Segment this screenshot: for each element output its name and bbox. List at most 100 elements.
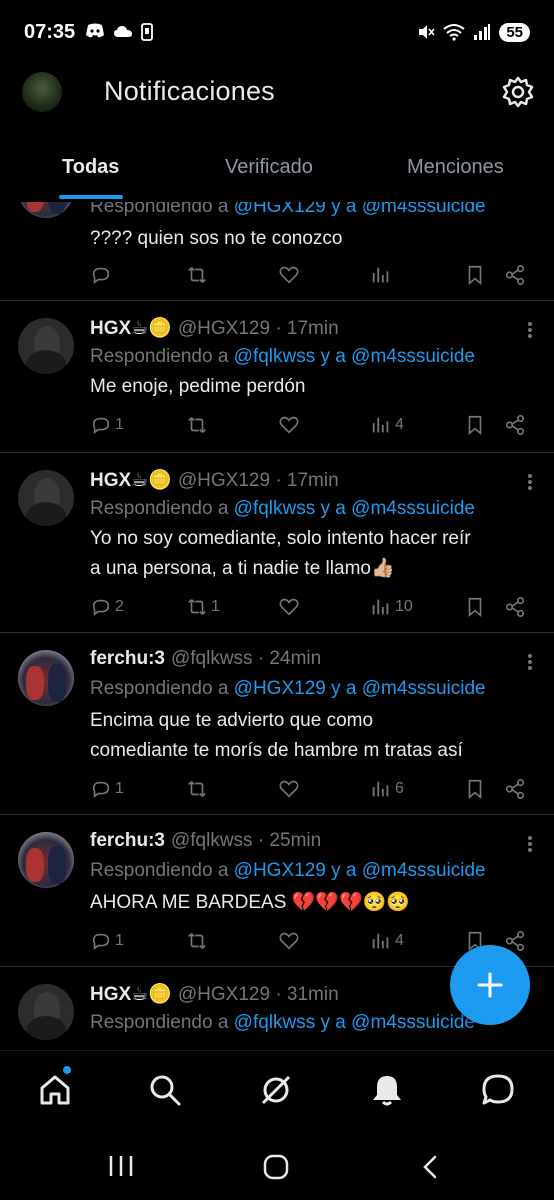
battery-indicator: 55	[499, 22, 530, 42]
share-button[interactable]	[504, 264, 526, 286]
home-circle-icon[interactable]	[263, 1154, 289, 1180]
recent-apps-icon[interactable]	[108, 1154, 134, 1178]
like-button[interactable]	[278, 930, 300, 952]
mention-link[interactable]: @HGX129	[234, 202, 326, 217]
retweet-button[interactable]: 1	[186, 596, 220, 618]
post-text-line: comediante te morís de hambre m tratas a…	[90, 740, 463, 761]
retweet-icon	[188, 781, 206, 797]
tab-verificado[interactable]: Verificado	[225, 156, 313, 179]
more-options-icon[interactable]	[528, 472, 532, 492]
retweet-button[interactable]	[186, 414, 211, 436]
reply-icon	[92, 599, 110, 616]
views-button[interactable]: 10	[370, 596, 413, 618]
profile-avatar-button[interactable]	[22, 72, 62, 112]
search-icon[interactable]	[148, 1073, 182, 1107]
avatar[interactable]	[18, 470, 74, 526]
retweet-button[interactable]	[186, 778, 211, 800]
share-button[interactable]	[504, 414, 526, 436]
list-item[interactable]: HGX☕🪙 @HGX129 · 17min Respondiendo a @fql…	[0, 300, 554, 453]
like-button[interactable]	[278, 778, 300, 800]
mention-link[interactable]: @fqlkwss	[234, 1012, 316, 1033]
notifications-bell-icon[interactable]	[370, 1073, 404, 1107]
mention-link[interactable]: @m4sssuicide	[362, 202, 486, 217]
retweet-button[interactable]	[186, 930, 211, 952]
views-button[interactable]: 4	[370, 414, 404, 436]
bookmark-button[interactable]	[464, 264, 486, 286]
status-time: 07:35	[24, 20, 76, 43]
more-options-icon[interactable]	[528, 834, 532, 854]
like-button[interactable]	[278, 414, 300, 436]
like-button[interactable]	[278, 264, 300, 286]
author-name[interactable]: ferchu:3	[90, 830, 165, 851]
reply-button[interactable]: 2	[90, 596, 124, 618]
settings-gear-icon[interactable]	[502, 76, 534, 108]
avatar[interactable]	[18, 984, 74, 1040]
author-name[interactable]: ferchu:3	[90, 648, 165, 669]
post-header: HGX☕🪙 @HGX129 · 17min	[90, 316, 339, 340]
plus-icon	[477, 972, 503, 998]
more-options-icon[interactable]	[528, 652, 532, 672]
reply-button[interactable]: 1	[90, 778, 124, 800]
retweet-button[interactable]	[186, 264, 211, 286]
author-name[interactable]: HGX☕🪙	[90, 470, 172, 491]
views-button[interactable]: 4	[370, 930, 404, 952]
compose-button[interactable]	[450, 945, 530, 1025]
views-count: 10	[395, 598, 413, 615]
mention-link[interactable]: @m4sssuicide	[351, 1012, 475, 1033]
mention-link[interactable]: @m4sssuicide	[362, 860, 486, 881]
share-icon	[505, 597, 525, 617]
tab-todas[interactable]: Todas	[62, 156, 119, 179]
list-item[interactable]: Respondiendo a @HGX129 y a @m4sssuicide …	[0, 202, 554, 301]
tab-menciones[interactable]: Menciones	[407, 156, 504, 179]
home-icon[interactable]	[38, 1073, 72, 1107]
signal-icon	[474, 24, 491, 40]
heart-icon	[279, 780, 299, 798]
grok-icon[interactable]	[259, 1073, 293, 1107]
bookmark-button[interactable]	[464, 778, 486, 800]
avatar[interactable]	[18, 318, 74, 374]
views-button[interactable]	[370, 264, 395, 286]
share-button[interactable]	[504, 778, 526, 800]
messages-icon[interactable]	[481, 1073, 515, 1107]
list-item[interactable]: ferchu:3 @fqlkwss · 24min Respondiendo a …	[0, 632, 554, 815]
share-icon	[505, 415, 525, 435]
views-button[interactable]: 6	[370, 778, 404, 800]
avatar[interactable]	[18, 650, 74, 706]
system-navigation-bar	[0, 1130, 554, 1200]
reply-button[interactable]	[90, 264, 115, 286]
discord-icon	[86, 23, 105, 38]
post-text: Encima que te advierto que como comedian…	[90, 706, 534, 766]
mention-link[interactable]: @fqlkwss	[234, 346, 316, 367]
author-name[interactable]: HGX☕🪙	[90, 984, 172, 1005]
retweet-icon	[188, 933, 206, 949]
mention-link[interactable]: @HGX129	[234, 860, 326, 881]
reply-count: 1	[115, 416, 124, 433]
mention-link[interactable]: @m4sssuicide	[351, 498, 475, 519]
list-item[interactable]: HGX☕🪙 @HGX129 · 17min Respondiendo a @fql…	[0, 452, 554, 633]
more-options-icon[interactable]	[528, 320, 532, 340]
share-button[interactable]	[504, 596, 526, 618]
reply-button[interactable]: 1	[90, 930, 124, 952]
post-header: ferchu:3 @fqlkwss · 24min	[90, 648, 321, 670]
back-icon[interactable]	[420, 1154, 440, 1180]
mention-link[interactable]: @m4sssuicide	[351, 346, 475, 367]
author-handle: @HGX129 · 17min	[177, 470, 339, 491]
notifications-feed[interactable]: Respondiendo a @HGX129 y a @m4sssuicide …	[0, 202, 554, 1050]
mention-link[interactable]: @m4sssuicide	[362, 678, 486, 699]
author-name[interactable]: HGX☕🪙	[90, 318, 172, 339]
reply-context: Respondiendo a @fqlkwss y a @m4sssuicide	[90, 1012, 475, 1034]
list-item[interactable]: ferchu:3 @fqlkwss · 25min Respondiendo a …	[0, 814, 554, 967]
phone-icon	[141, 23, 154, 41]
post-actions: 1 4	[90, 414, 534, 438]
mention-link[interactable]: @fqlkwss	[234, 498, 316, 519]
avatar[interactable]	[18, 202, 74, 218]
mention-link[interactable]: @HGX129	[234, 678, 326, 699]
avatar[interactable]	[18, 832, 74, 888]
like-button[interactable]	[278, 596, 300, 618]
reply-button[interactable]: 1	[90, 414, 124, 436]
active-tab-indicator	[59, 195, 123, 199]
bookmark-button[interactable]	[464, 414, 486, 436]
bookmark-button[interactable]	[464, 596, 486, 618]
heart-icon	[279, 416, 299, 434]
post-actions: 2 1 10	[90, 596, 534, 620]
